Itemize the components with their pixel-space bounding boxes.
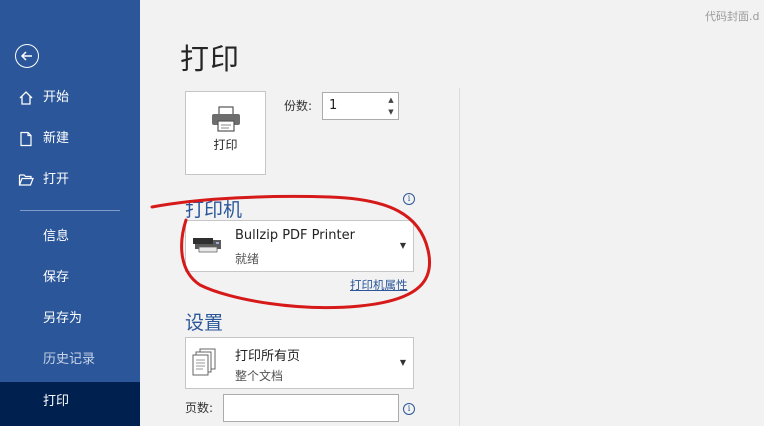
- printer-status: 就绪: [235, 252, 260, 266]
- print-range-subtitle: 整个文档: [235, 369, 284, 383]
- sidebar-divider: [20, 210, 120, 211]
- open-folder-icon: [18, 174, 34, 186]
- back-arrow-icon: [20, 51, 32, 61]
- dropdown-caret-icon: ▼: [399, 241, 406, 250]
- dropdown-caret-icon: ▼: [399, 358, 406, 367]
- printer-device-icon: [193, 238, 221, 253]
- sidebar-item-label: 打开: [43, 172, 70, 187]
- print-button-label: 打印: [213, 138, 238, 152]
- print-range-select[interactable]: 打印所有页 整个文档 ▼: [185, 337, 414, 389]
- page-title: 打印: [180, 42, 241, 76]
- copies-label: 份数:: [284, 99, 313, 113]
- sidebar-item-new[interactable]: 新建: [0, 119, 140, 159]
- document-title: 代码封面.d: [705, 10, 760, 23]
- printer-name: Bullzip PDF Printer: [235, 228, 355, 243]
- printer-select[interactable]: Bullzip PDF Printer 就绪 ▼: [185, 220, 414, 272]
- sidebar-item-label: 信息: [43, 229, 70, 244]
- sidebar-item-label: 新建: [43, 131, 70, 146]
- printer-heading: 打印机: [185, 199, 243, 221]
- sidebar-item-label: 历史记录: [43, 352, 96, 367]
- settings-heading: 设置: [185, 312, 224, 334]
- backstage-sidebar: 开始 新建 打开 信息 保存 另存为 历史记录 打印: [0, 0, 140, 426]
- print-range-title: 打印所有页: [235, 349, 301, 364]
- printer-properties-link[interactable]: 打印机属性: [350, 277, 408, 293]
- sidebar-item-open[interactable]: 打开: [0, 160, 140, 200]
- pages-label: 页数:: [185, 401, 214, 415]
- copies-stepper[interactable]: 1 ▲ ▼: [322, 92, 399, 120]
- sidebar-item-info[interactable]: 信息: [0, 217, 140, 257]
- sidebar-item-label: 另存为: [43, 311, 83, 326]
- sidebar-item-print[interactable]: 打印: [0, 382, 140, 426]
- print-button[interactable]: 打印: [185, 91, 266, 175]
- preview-divider: [459, 88, 460, 426]
- copies-value: 1: [329, 98, 338, 113]
- sidebar-item-label: 开始: [43, 90, 70, 105]
- sidebar-item-home[interactable]: 开始: [0, 78, 140, 118]
- info-icon[interactable]: i: [403, 193, 415, 205]
- new-document-icon: [20, 131, 32, 147]
- sidebar-item-label: 保存: [43, 270, 70, 285]
- increment-arrow-icon[interactable]: ▲: [386, 95, 396, 105]
- home-icon: [19, 91, 33, 105]
- info-icon[interactable]: i: [403, 403, 415, 415]
- printer-icon: [212, 106, 240, 132]
- sidebar-item-save[interactable]: 保存: [0, 258, 140, 298]
- sidebar-item-history[interactable]: 历史记录: [0, 340, 140, 380]
- sidebar-item-label: 打印: [43, 394, 70, 409]
- all-pages-icon: [192, 348, 216, 376]
- back-button[interactable]: [15, 44, 39, 68]
- sidebar-item-save-as[interactable]: 另存为: [0, 299, 140, 339]
- pages-input[interactable]: [223, 394, 399, 422]
- decrement-arrow-icon[interactable]: ▼: [386, 107, 396, 117]
